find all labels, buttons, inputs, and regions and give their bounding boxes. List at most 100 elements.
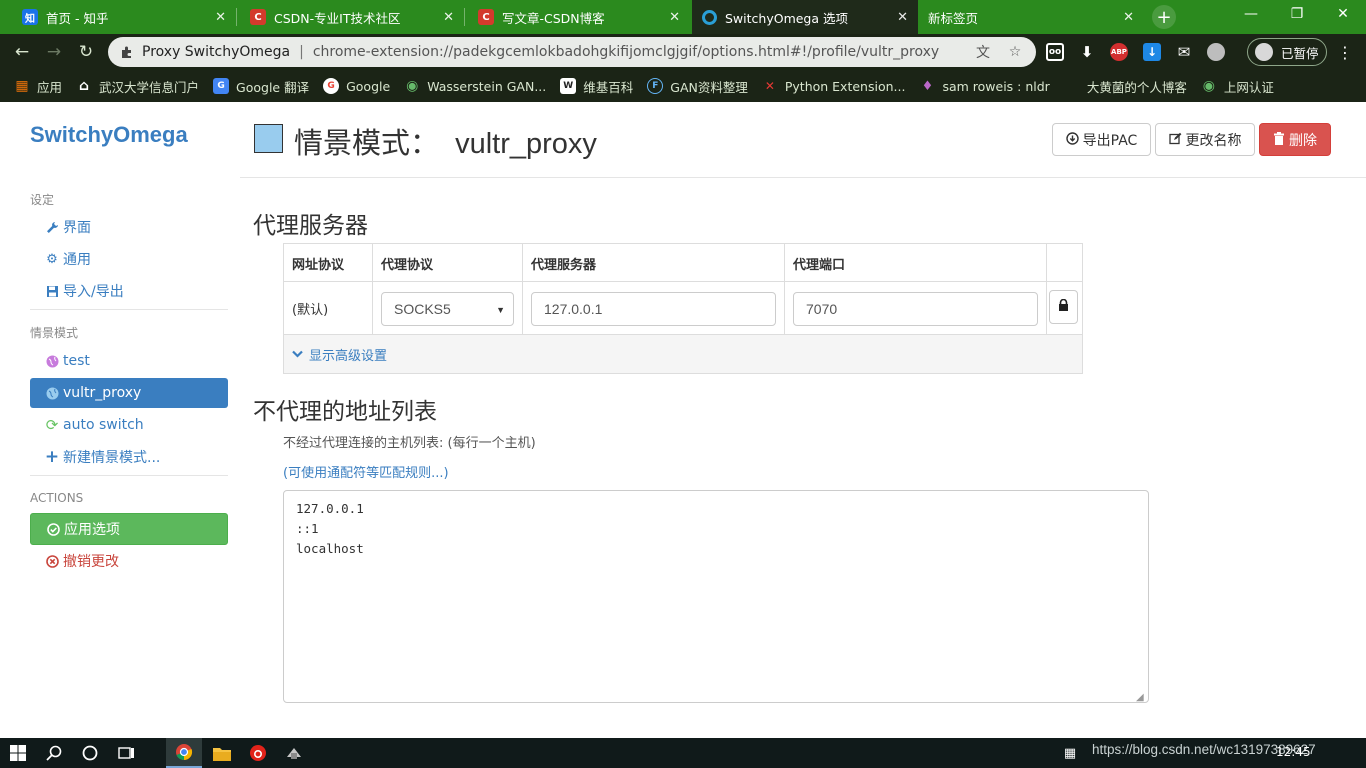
bookmark-whu-portal[interactable]: ⌂ 武汉大学信息门户 (76, 77, 199, 96)
sidebar-item-profile-vultr-proxy[interactable]: vultr_proxy (30, 378, 228, 408)
sidebar-divider (30, 309, 228, 310)
bypass-list-textarea[interactable] (283, 490, 1149, 703)
chrome-taskbar-icon[interactable] (166, 738, 202, 768)
port-cell: 7070 (785, 282, 1047, 335)
translate-icon[interactable]: 文 (974, 43, 992, 61)
tab-zhihu[interactable]: 知 首页 - 知乎 ✕ (12, 0, 236, 34)
proxy-server-input[interactable]: 127.0.0.1 (531, 291, 776, 326)
sidebar-item-label: test (63, 353, 90, 369)
auth-lock-button[interactable] (1049, 290, 1078, 324)
bookmark-label: 应用 (37, 79, 63, 95)
restore-button[interactable]: ❐ (1274, 0, 1320, 28)
back-button[interactable]: ← (10, 40, 34, 64)
profile-paused-button[interactable]: 已暂停 (1247, 38, 1327, 66)
extension-ghost-icon[interactable]: oo (1046, 43, 1064, 61)
cortana-icon[interactable] (72, 738, 108, 768)
bookmark-network-auth[interactable]: ◉ 上网认证 (1201, 77, 1274, 96)
settings-header: 设定 (30, 193, 55, 207)
forward-button[interactable]: → (42, 40, 66, 64)
export-pac-button[interactable]: 导出PAC (1052, 123, 1151, 156)
tab-close-icon[interactable]: ✕ (897, 10, 908, 25)
bookmark-google[interactable]: G Google (323, 78, 390, 94)
tab-switchyomega[interactable]: SwitchyOmega 选项 ✕ (692, 0, 918, 34)
bookmark-personal-blog[interactable]: 大黄菌的个人博客 (1064, 77, 1187, 96)
close-window-button[interactable]: ✕ (1320, 0, 1366, 28)
actions-header: ACTIONS (30, 491, 84, 505)
avatar (1255, 43, 1273, 61)
browser-menu-icon[interactable]: ⋮ (1336, 42, 1354, 62)
bookmark-label: Python Extension... (784, 78, 906, 94)
proxy-servers-table: 网址协议 代理协议 代理服务器 代理端口 (默认) SOCKS5 ▼ 127.0… (283, 243, 1083, 374)
wildcard-rules-link[interactable]: (可使用通配符等匹配规则...) (283, 462, 449, 481)
protocol-select[interactable]: SOCKS5 ▼ (381, 291, 514, 326)
show-advanced-settings-link[interactable]: 显示高级设置 (284, 335, 1082, 373)
tab-label: 首页 - 知乎 (46, 10, 109, 26)
address-bar[interactable]: Proxy SwitchyOmega | chrome-extension://… (108, 37, 1036, 67)
bookmark-wasserstein-gan[interactable]: ◉ Wasserstein GAN... (404, 78, 546, 94)
tab-separator (464, 8, 465, 26)
extension-circle-icon[interactable] (1207, 43, 1225, 61)
task-view-icon[interactable] (108, 738, 144, 768)
sidebar-item-label: 导入/导出 (63, 284, 124, 300)
tab-close-icon[interactable]: ✕ (215, 10, 226, 25)
reload-button[interactable]: ↻ (74, 40, 98, 64)
tab-close-icon[interactable]: ✕ (443, 10, 454, 25)
bookmark-apps[interactable]: ▦ 应用 (14, 77, 62, 96)
bookmark-google-translate[interactable]: G Google 翻译 (213, 77, 309, 96)
blank-page-icon (1064, 78, 1080, 94)
delete-label: 删除 (1289, 132, 1317, 149)
rename-button[interactable]: 更改名称 (1155, 123, 1255, 156)
brand-logo[interactable]: SwitchyOmega (30, 122, 188, 148)
bookmark-python-extension[interactable]: ✕ Python Extension... (762, 78, 906, 94)
bookmark-sam-roweis[interactable]: ♦ sam roweis : nldr (919, 78, 1050, 94)
sidebar-item-new-profile[interactable]: + 新建情景模式... (30, 442, 228, 472)
sidebar-item-profile-auto-switch[interactable]: ⟳ auto switch (30, 410, 228, 440)
rename-label: 更改名称 (1185, 132, 1242, 149)
apply-options-button[interactable]: 应用选项 (30, 513, 228, 545)
keyboard-grid-icon[interactable]: ▦ (1062, 745, 1078, 761)
globe-icon (44, 353, 60, 369)
google-translate-icon: G (213, 78, 230, 94)
tab-separator (236, 8, 237, 26)
resize-grip-icon[interactable]: ◢ (1136, 692, 1146, 703)
tab-csdn-write[interactable]: C 写文章-CSDN博客 ✕ (468, 0, 690, 34)
tab-csdn[interactable]: C CSDN-专业IT技术社区 ✕ (240, 0, 464, 34)
tab-close-icon[interactable]: ✕ (669, 10, 680, 25)
star-icon[interactable]: ☆ (1006, 43, 1024, 61)
delete-button[interactable]: 删除 (1259, 123, 1331, 156)
profile-color-swatch[interactable] (254, 124, 283, 153)
sidebar-item-profile-test[interactable]: test (30, 346, 228, 376)
new-tab-button[interactable]: + (1152, 5, 1176, 29)
tab-close-icon[interactable]: ✕ (1123, 10, 1134, 25)
minimize-button[interactable]: — (1228, 0, 1274, 28)
bookmark-gan-materials[interactable]: F GAN资料整理 (647, 77, 748, 96)
options-page: SwitchyOmega 设定 界面 ⚙ 通用 导入/导出 情景模式 test … (0, 102, 1366, 738)
bookmark-label: sam roweis : nldr (942, 78, 1050, 94)
bypass-section-title: 不代理的地址列表 (253, 398, 437, 424)
tab-newtab[interactable]: 新标签页 ✕ (918, 0, 1144, 34)
windows-start-icon[interactable] (0, 738, 36, 768)
extension-arrow-down-icon[interactable]: ↓ (1143, 43, 1161, 61)
wikipedia-icon: W (560, 78, 577, 94)
page-title-prefix: 情景模式： (294, 128, 440, 160)
clock[interactable]: 12:45 (1276, 745, 1311, 759)
search-icon[interactable] (36, 738, 72, 768)
sidebar-item-general[interactable]: ⚙ 通用 (30, 244, 228, 274)
discard-changes-button[interactable]: 撤销更改 (30, 546, 228, 576)
f-circle-icon: F (647, 78, 664, 94)
page-title: 情景模式： vultr_proxy (294, 120, 597, 162)
extension-download-icon[interactable]: ⬇ (1078, 43, 1096, 61)
main-content: 情景模式： vultr_proxy 导出PAC 更改名称 删除 代理服务器 网址… (240, 102, 1366, 738)
csdn-favicon-icon: C (478, 9, 494, 25)
adblock-plus-icon[interactable]: ABP (1110, 43, 1128, 61)
floppy-icon (44, 283, 60, 299)
app-taskbar-icon[interactable] (276, 738, 312, 768)
extension-mail-icon[interactable]: ✉ (1175, 43, 1193, 61)
sidebar-item-import-export[interactable]: 导入/导出 (30, 276, 228, 306)
sidebar-item-ui[interactable]: 界面 (30, 212, 228, 242)
bookmark-wikipedia[interactable]: W 维基百科 (560, 77, 633, 96)
netease-music-icon[interactable] (240, 738, 276, 768)
trash-icon (1273, 131, 1285, 148)
proxy-port-input[interactable]: 7070 (793, 291, 1038, 326)
file-explorer-icon[interactable] (204, 738, 240, 768)
